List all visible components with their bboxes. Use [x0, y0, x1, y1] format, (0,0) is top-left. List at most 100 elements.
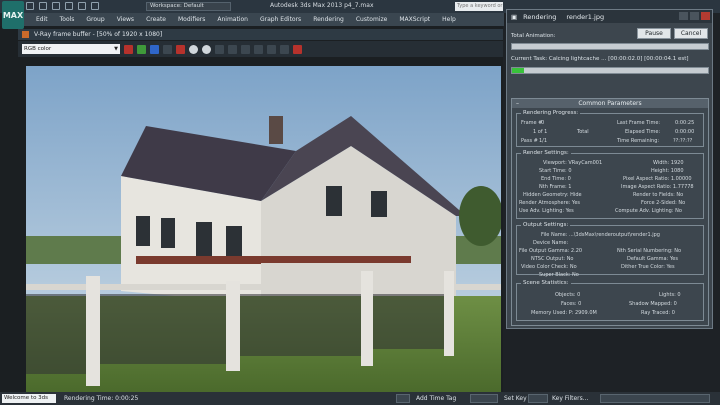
width-setting: Width: 1920: [653, 160, 684, 166]
pixel-aspect-setting: Pixel Aspect Ratio: 1.00000: [623, 176, 692, 182]
track-mouse-icon[interactable]: [228, 44, 237, 54]
time-tag-icon[interactable]: [396, 394, 410, 403]
task-progress-fill: [512, 68, 524, 73]
output-settings-title: Output Settings:: [521, 222, 571, 228]
menu-edit[interactable]: Edit: [36, 16, 48, 23]
key-field[interactable]: [470, 394, 498, 403]
super-black-setting: Super Black: No: [539, 272, 579, 278]
force-2-sided-setting: Force 2-Sided: No: [641, 200, 686, 206]
total-animation-label: Total Animation:: [511, 33, 556, 39]
menu-modifiers[interactable]: Modifiers: [178, 16, 205, 23]
pause-button[interactable]: Pause: [637, 28, 671, 39]
faces-stat: Faces: 0: [561, 301, 582, 307]
ntsc-output-setting: NTSC Output: No: [531, 256, 574, 262]
channel-select[interactable]: RGB color ▼: [22, 44, 120, 54]
vfb-title-bar: V-Ray frame buffer - [50% of 1920 x 1080…: [18, 29, 503, 40]
menu-customize[interactable]: Customize: [356, 16, 388, 23]
output-settings-group: Output Settings: File Name: ...\3dsMax\r…: [516, 222, 704, 278]
status-bar: Welcome to 3ds Rendering Time: 0:00:25 A…: [0, 392, 720, 405]
maxscript-listener-input[interactable]: Welcome to 3ds: [2, 394, 56, 403]
vray-frame-buffer: V-Ray frame buffer - [50% of 1920 x 1080…: [0, 26, 503, 392]
menu-tools[interactable]: Tools: [60, 16, 75, 23]
vray-icon: [22, 31, 29, 38]
render-atmosphere-setting: Render Atmosphere: Yes: [519, 200, 581, 206]
maximize-icon[interactable]: [690, 12, 699, 20]
pass-value: 1/1: [539, 138, 548, 144]
save-file-icon[interactable]: [52, 2, 60, 10]
color-corrections-icon[interactable]: [280, 44, 289, 54]
menu-views[interactable]: Views: [117, 16, 134, 23]
shadow-mapped-stat: Shadow Mapped: 0: [629, 301, 677, 307]
rendered-image[interactable]: [26, 66, 501, 392]
last-frame-time-value: 0:00:25: [675, 120, 695, 126]
time-remaining-value: ??:??:??: [673, 138, 693, 144]
elapsed-time-label: Elapsed Time:: [625, 129, 661, 135]
channel-select-value: RGB color: [24, 46, 52, 52]
app-logo[interactable]: MAX: [2, 1, 24, 29]
render-to-fields-setting: Render to Fields: No: [633, 192, 684, 198]
panel-header[interactable]: – Common Parameters: [512, 99, 708, 108]
lights-stat: Lights: 0: [659, 292, 681, 298]
frame-count: 1 of 1: [533, 129, 548, 135]
alpha-channel-icon[interactable]: [189, 44, 198, 54]
vfb-toolbar: RGB color ▼: [18, 41, 503, 57]
end-time-setting: End Time: 0: [541, 176, 571, 182]
cancel-button[interactable]: Cancel: [674, 28, 708, 39]
menu-animation[interactable]: Animation: [217, 16, 248, 23]
panel-title: Common Parameters: [578, 100, 642, 107]
total-label: Total: [577, 129, 589, 135]
height-setting: Height: 1080: [651, 168, 684, 174]
image-aspect-setting: Image Aspect Ratio: 1.77778: [621, 184, 694, 190]
close-icon[interactable]: [701, 12, 710, 20]
vfb-title: V-Ray frame buffer - [50% of 1920 x 1080…: [34, 31, 163, 38]
menu-rendering[interactable]: Rendering: [313, 16, 344, 23]
duplicate-icon[interactable]: [215, 44, 224, 54]
scene-statistics-group: Scene Statistics: Objects: 0 Faces: 0 Me…: [516, 280, 704, 321]
hidden-geometry-setting: Hidden Geometry: Hide: [523, 192, 582, 198]
total-progress-bar: [511, 43, 709, 50]
use-adv-lighting-setting: Use Adv. Lighting: Yes: [519, 208, 574, 214]
redo-icon[interactable]: [78, 2, 86, 10]
app-title: Autodesk 3ds Max 2013 p4_7.max: [270, 2, 374, 9]
quick-access-toolbar: [26, 2, 99, 10]
link-icon[interactable]: [254, 44, 263, 54]
start-time-setting: Start Time: 0: [539, 168, 572, 174]
red-channel-icon[interactable]: [124, 44, 133, 54]
set-key-button[interactable]: Set Key: [504, 395, 527, 402]
menu-help[interactable]: Help: [442, 16, 456, 23]
workspace-dropdown[interactable]: Workspace: Default: [146, 2, 231, 11]
device-name-setting: Device Name:: [533, 240, 569, 246]
search-input[interactable]: Type a keyword or phrase: [455, 2, 503, 11]
save-image-icon[interactable]: [163, 44, 172, 54]
chevron-down-icon: ▼: [114, 46, 118, 52]
add-time-tag-button[interactable]: Add Time Tag: [416, 395, 456, 402]
compute-adv-lighting-setting: Compute Adv. Lighting: No: [615, 208, 682, 214]
memory-used-stat: Memory Used: P: 2909.0M: [531, 310, 597, 316]
collapse-icon[interactable]: –: [516, 99, 519, 108]
common-parameters-panel: – Common Parameters Rendering Progress: …: [511, 98, 709, 326]
mono-mode-icon[interactable]: [202, 44, 211, 54]
menu-maxscript[interactable]: MAXScript: [399, 16, 430, 23]
open-file-icon[interactable]: [39, 2, 47, 10]
project-folder-icon[interactable]: [91, 2, 99, 10]
menu-graph-editors[interactable]: Graph Editors: [260, 16, 301, 23]
menu-bar: Edit Tools Group Views Create Modifiers …: [24, 13, 504, 26]
green-channel-icon[interactable]: [137, 44, 146, 54]
render-last-icon[interactable]: [267, 44, 276, 54]
task-progress-bar: [511, 67, 709, 74]
undo-icon[interactable]: [65, 2, 73, 10]
region-render-icon[interactable]: [241, 44, 250, 54]
menu-group[interactable]: Group: [86, 16, 104, 23]
blue-channel-icon[interactable]: [150, 44, 159, 54]
minimize-icon[interactable]: [679, 12, 688, 20]
time-config-controls[interactable]: [600, 394, 710, 403]
stop-render-icon[interactable]: [293, 44, 302, 54]
key-mode-icon[interactable]: [528, 394, 548, 403]
nth-serial-numbering-setting: Nth Serial Numbering: No: [617, 248, 682, 254]
new-file-icon[interactable]: [26, 2, 34, 10]
menu-create[interactable]: Create: [146, 16, 166, 23]
key-filters-button[interactable]: Key Filters...: [552, 395, 589, 402]
rendering-progress-group: Rendering Progress: Frame # 0 Last Frame…: [516, 110, 704, 147]
clear-image-icon[interactable]: [176, 44, 185, 54]
objects-stat: Objects: 0: [555, 292, 581, 298]
